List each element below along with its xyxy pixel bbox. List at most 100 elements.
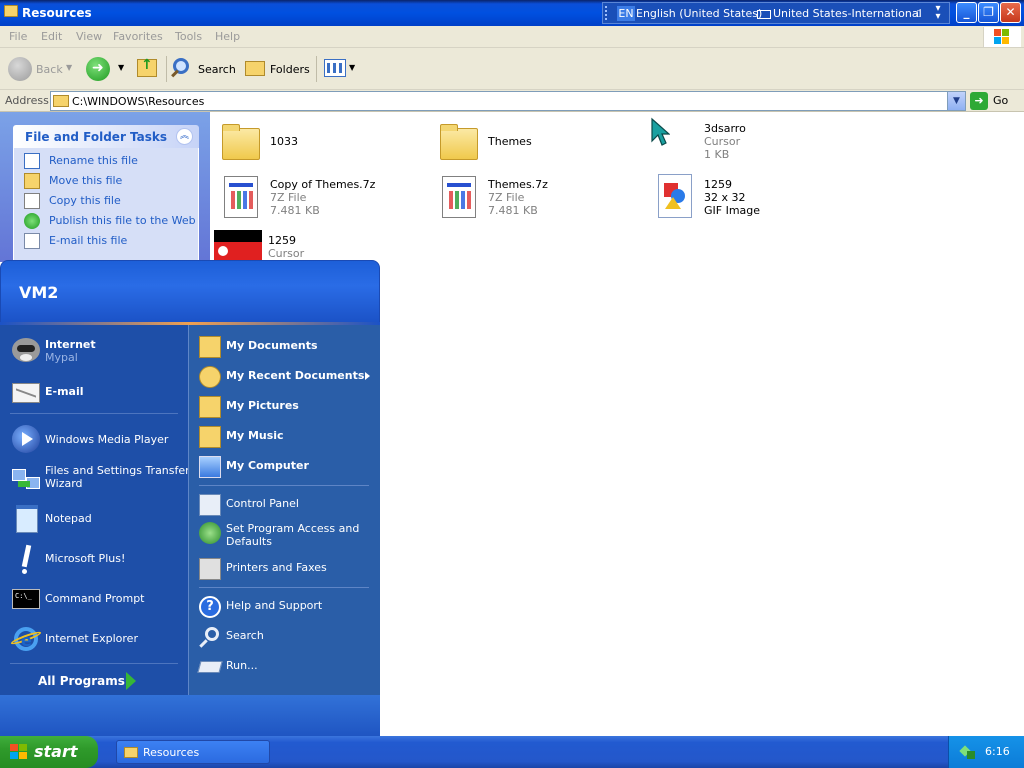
places-separator xyxy=(199,587,369,588)
program-label: Command Prompt xyxy=(45,592,145,605)
menu-file[interactable]: File xyxy=(9,30,27,43)
language-options-icon[interactable]: ▯ xyxy=(911,6,927,22)
forward-button[interactable]: ➜ ▼ xyxy=(86,55,126,83)
place-my-recent-documents[interactable]: My Recent Documents xyxy=(197,363,377,389)
keyboard-layout[interactable]: United States-International xyxy=(773,7,922,20)
folder-icon xyxy=(4,5,18,17)
views-dropdown-icon[interactable]: ▼ xyxy=(349,63,355,72)
start-button[interactable]: start xyxy=(0,736,98,768)
menu-view[interactable]: View xyxy=(76,30,102,43)
address-label: Address xyxy=(5,94,49,107)
search-button[interactable]: Search xyxy=(171,55,237,83)
pictures-folder-icon xyxy=(199,396,221,418)
internet-explorer-icon: e xyxy=(9,623,43,655)
rename-icon xyxy=(24,153,40,169)
pinned-email[interactable]: E-mail xyxy=(8,371,184,411)
place-control-panel[interactable]: Control Panel xyxy=(197,491,377,517)
forward-dropdown-icon[interactable]: ▼ xyxy=(118,63,124,72)
network-icon[interactable] xyxy=(959,745,975,759)
user-name: VM2 xyxy=(19,283,59,302)
grip-handle[interactable] xyxy=(605,6,611,20)
all-programs-arrow-icon[interactable] xyxy=(126,672,136,690)
collapse-chevron-icon[interactable]: ︽ xyxy=(176,128,193,145)
file-item-3dsarro[interactable]: 3dsarro Cursor 1 KB xyxy=(650,116,850,166)
7z-file-icon xyxy=(434,172,482,220)
menu-favorites[interactable]: Favorites xyxy=(113,30,163,43)
control-panel-icon xyxy=(199,494,221,516)
program-label: Windows Media Player xyxy=(45,433,169,446)
task-copy-label[interactable]: Copy this file xyxy=(49,194,121,207)
menu-help[interactable]: Help xyxy=(215,30,240,43)
task-email-label[interactable]: E-mail this file xyxy=(49,234,127,247)
views-icon xyxy=(324,59,346,77)
back-button[interactable]: Back ▼ xyxy=(8,55,78,83)
address-dropdown-icon[interactable]: ▼ xyxy=(947,92,965,110)
restore-button[interactable]: ❐ xyxy=(978,2,999,23)
place-run[interactable]: Run... xyxy=(197,653,377,679)
task-rename-label[interactable]: Rename this file xyxy=(49,154,138,167)
file-type: 7Z File xyxy=(270,191,307,204)
taskbar-window-resources[interactable]: Resources xyxy=(116,740,270,764)
language-name[interactable]: English (United States) xyxy=(636,7,762,20)
printer-icon xyxy=(199,558,221,580)
file-item-themes[interactable]: Themes xyxy=(434,120,634,170)
program-files-settings-transfer[interactable]: Files and Settings Transfer Wizard xyxy=(8,459,190,493)
place-my-music[interactable]: My Music xyxy=(197,423,377,449)
program-command-prompt[interactable]: C:\_ Command Prompt xyxy=(8,579,184,619)
menu-tools[interactable]: Tools xyxy=(175,30,202,43)
clock[interactable]: 6:16 xyxy=(985,745,1010,758)
language-code[interactable]: EN xyxy=(617,6,635,21)
file-item-1033[interactable]: 1033 xyxy=(216,120,416,170)
menu-edit[interactable]: Edit xyxy=(41,30,62,43)
folder-icon xyxy=(434,120,482,168)
file-size: 1 KB xyxy=(704,148,730,161)
task-move-label[interactable]: Move this file xyxy=(49,174,122,187)
raccoon-browser-icon xyxy=(10,334,42,366)
microsoft-plus-icon xyxy=(10,543,42,575)
place-printers-faxes[interactable]: Printers and Faxes xyxy=(197,555,377,581)
place-help-support[interactable]: ? Help and Support xyxy=(197,593,377,619)
keyboard-icon[interactable] xyxy=(757,10,771,19)
notepad-icon xyxy=(10,503,42,535)
place-my-computer[interactable]: My Computer xyxy=(197,453,377,479)
close-button[interactable]: ✕ xyxy=(1000,2,1021,23)
program-microsoft-plus[interactable]: Microsoft Plus! xyxy=(8,539,184,579)
music-folder-icon xyxy=(199,426,221,448)
file-name: Copy of Themes.7z xyxy=(270,178,376,191)
folders-button[interactable]: Folders xyxy=(243,55,311,83)
address-path[interactable]: C:\WINDOWS\Resources xyxy=(72,95,204,108)
file-folder-tasks-header[interactable]: File and Folder Tasks ︽ xyxy=(13,125,199,148)
minimize-button[interactable]: _ xyxy=(956,2,977,23)
taskbar-window-label: Resources xyxy=(143,746,200,759)
all-programs-button[interactable]: All Programs xyxy=(38,674,125,688)
place-set-program-access[interactable]: Set Program Access and Defaults xyxy=(197,519,377,551)
pinned-internet-subtitle: Mypal xyxy=(45,351,78,364)
language-bar[interactable]: EN English (United States) United States… xyxy=(602,2,950,24)
search-icon xyxy=(199,626,221,648)
file-name: 1259 xyxy=(268,234,296,247)
up-button[interactable]: ↑ xyxy=(135,55,161,83)
toolbar-separator xyxy=(316,56,317,82)
address-field[interactable]: C:\WINDOWS\Resources ▼ xyxy=(50,91,966,111)
place-my-documents[interactable]: My Documents xyxy=(197,333,377,359)
back-dropdown-icon[interactable]: ▼ xyxy=(66,63,72,72)
tasks-header-title: File and Folder Tasks xyxy=(25,130,168,144)
views-button[interactable]: ▼ xyxy=(322,55,358,83)
folder-up-icon: ↑ xyxy=(137,57,157,77)
go-button[interactable]: ➜ Go xyxy=(970,91,1022,111)
place-search[interactable]: Search xyxy=(197,623,377,649)
place-my-pictures[interactable]: My Pictures xyxy=(197,393,377,419)
language-bar-menu-icon[interactable]: ▾ ▾ xyxy=(931,4,945,22)
task-publish-label[interactable]: Publish this file to the Web xyxy=(49,214,196,227)
program-notepad[interactable]: Notepad xyxy=(8,499,184,539)
back-arrow-icon xyxy=(8,57,32,81)
pinned-internet[interactable]: Internet Mypal xyxy=(8,330,184,370)
program-windows-media-player[interactable]: Windows Media Player xyxy=(8,419,184,459)
program-internet-explorer[interactable]: e Internet Explorer xyxy=(8,619,184,659)
program-label: Notepad xyxy=(45,512,92,525)
folders-icon xyxy=(245,61,265,76)
file-dimensions: 32 x 32 xyxy=(704,191,746,204)
file-item-themes-7z[interactable]: Themes.7z 7Z File 7.481 KB xyxy=(434,172,634,222)
file-item-1259-gif[interactable]: 1259 32 x 32 GIF Image xyxy=(650,172,850,222)
file-item-copy-of-themes-7z[interactable]: Copy of Themes.7z 7Z File 7.481 KB xyxy=(216,172,416,222)
